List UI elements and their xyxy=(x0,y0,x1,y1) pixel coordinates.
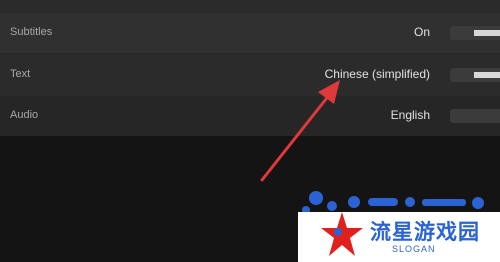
star-logo-icon xyxy=(321,212,363,256)
watermark-slogan: SLOGAN xyxy=(392,244,436,254)
watermark-brand-name: 流星游戏园 xyxy=(370,220,480,244)
